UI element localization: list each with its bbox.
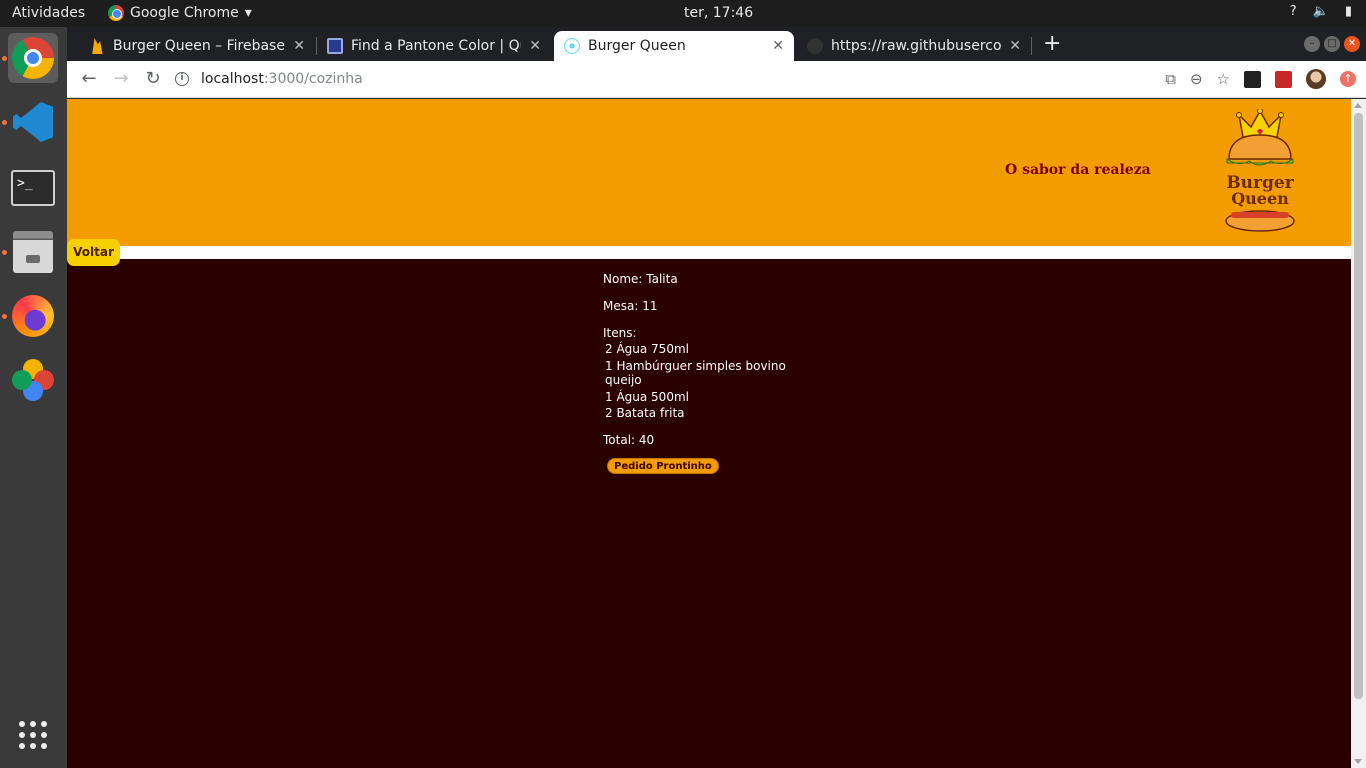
tab-title: https://raw.githubuserco [831, 38, 1002, 54]
system-top-bar: Atividades Google Chrome ▾ ter, 17:46 ? … [0, 0, 1366, 27]
browser-toolbar: ← → ↻ i localhost:3000/cozinha ⧉ ⊖ ☆ ↑ [67, 61, 1366, 98]
running-indicator [2, 120, 7, 125]
order-item: 2 Água 750ml [605, 342, 689, 356]
address-bar[interactable]: i localhost:3000/cozinha [175, 65, 1115, 93]
tab-separator [1031, 37, 1032, 55]
chrome-icon [12, 37, 54, 79]
page-header: O sabor da realeza Burger Queen [67, 99, 1351, 246]
terminal-icon: >_ [11, 170, 55, 206]
clover-icon [12, 359, 54, 401]
dock-firefox[interactable] [8, 291, 58, 341]
app-grid-icon [19, 721, 47, 749]
chevron-down-icon: ▾ [244, 5, 252, 21]
running-indicator [2, 314, 7, 319]
pantone-icon [327, 38, 343, 54]
running-indicator [2, 250, 7, 255]
order-card: Nome: Talita Mesa: 11 Itens: 2 Água 750m… [603, 271, 823, 474]
dock-clover-app[interactable] [8, 355, 58, 405]
extension-icon[interactable] [1275, 70, 1292, 88]
back-button[interactable]: Voltar [67, 239, 120, 266]
close-window-button[interactable]: ✕ [1344, 36, 1360, 52]
update-icon[interactable]: ↑ [1340, 71, 1356, 87]
maximize-button[interactable]: □ [1324, 36, 1340, 52]
extension-icon[interactable] [1244, 70, 1261, 88]
tab-title: Burger Queen – Firebase c [113, 38, 286, 54]
header-divider [67, 246, 1351, 259]
toolbar-actions: ⧉ ⊖ ☆ ↑ [1165, 69, 1356, 89]
scroll-down-arrow[interactable] [1354, 759, 1362, 764]
close-icon[interactable]: ✕ [529, 38, 541, 54]
dock-files[interactable] [8, 227, 58, 277]
clock[interactable]: ter, 17:46 [684, 5, 753, 21]
scroll-up-arrow[interactable] [1354, 103, 1362, 108]
order-items-label: Itens: [603, 326, 637, 340]
close-icon[interactable]: ✕ [1009, 38, 1021, 54]
react-icon [564, 38, 580, 54]
battery-icon[interactable]: ▮ [1345, 4, 1352, 19]
logo-text-queen: Queen [1231, 189, 1289, 208]
order-table: Mesa: 11 [603, 299, 658, 313]
vscode-icon [13, 102, 53, 142]
tab-burger-queen[interactable]: Burger Queen ✕ [554, 31, 794, 61]
app-menu[interactable]: Google Chrome ▾ [108, 5, 252, 21]
firefox-icon [12, 295, 54, 337]
firebase-icon [92, 38, 103, 54]
scrollbar-thumb[interactable] [1354, 113, 1363, 699]
running-indicator [2, 56, 7, 61]
page-viewport: O sabor da realeza Burger Queen Voltar N… [67, 99, 1366, 768]
order-item: 1 Água 500ml [605, 390, 689, 404]
translate-icon[interactable]: ⧉ [1165, 70, 1176, 88]
info-icon[interactable]: i [175, 72, 189, 86]
order-customer-name: Nome: Talita [603, 272, 678, 286]
url-path: :3000/cozinha [263, 71, 363, 87]
burger-queen-logo: Burger Queen [1225, 109, 1295, 232]
window-controls: – □ ✕ [1304, 36, 1360, 52]
tab-pantone[interactable]: Find a Pantone Color | Qu ✕ [317, 31, 551, 61]
zoom-icon[interactable]: ⊖ [1190, 70, 1203, 88]
volume-icon[interactable]: 🔈 [1313, 4, 1329, 19]
tab-title: Burger Queen [588, 38, 686, 54]
tab-title: Find a Pantone Color | Qu [351, 38, 522, 54]
close-icon[interactable]: ✕ [293, 38, 305, 54]
files-icon [13, 231, 53, 273]
page-scrollbar[interactable] [1351, 99, 1366, 768]
close-icon[interactable]: ✕ [772, 38, 784, 54]
app-menu-label: Google Chrome [130, 5, 239, 21]
show-applications-button[interactable] [8, 710, 58, 760]
forward-arrow-icon[interactable]: → [109, 67, 133, 91]
system-tray[interactable]: ? 🔈 ▮ [1290, 4, 1352, 19]
back-arrow-icon[interactable]: ← [77, 67, 101, 91]
tab-strip: Burger Queen – Firebase c ✕ Find a Panto… [67, 27, 1366, 61]
help-icon[interactable]: ? [1290, 4, 1297, 19]
tab-firebase[interactable]: Burger Queen – Firebase c ✕ [79, 31, 315, 61]
order-total: Total: 40 [603, 433, 655, 447]
slogan: O sabor da realeza [1005, 162, 1151, 178]
chrome-icon [108, 5, 124, 21]
order-item: 2 Batata frita [605, 406, 685, 420]
dock: >_ [0, 27, 67, 768]
dock-vscode[interactable] [8, 97, 58, 147]
github-icon [807, 38, 823, 54]
order-item: 1 Hambúrguer simples bovino queijo [605, 359, 786, 387]
reload-icon[interactable]: ↻ [141, 67, 165, 91]
activities-button[interactable]: Atividades [12, 5, 85, 21]
order-ready-button[interactable]: Pedido Prontinho [607, 458, 719, 474]
browser-window: Burger Queen – Firebase c ✕ Find a Panto… [67, 27, 1366, 768]
profile-avatar[interactable] [1306, 69, 1326, 89]
dock-chrome[interactable] [8, 33, 58, 83]
new-tab-button[interactable]: + [1043, 31, 1061, 56]
url-host: localhost [201, 71, 264, 87]
tab-github-raw[interactable]: https://raw.githubuserco ✕ [797, 31, 1031, 61]
bookmark-star-icon[interactable]: ☆ [1217, 70, 1230, 88]
minimize-button[interactable]: – [1304, 36, 1320, 52]
dock-terminal[interactable]: >_ [8, 163, 58, 213]
